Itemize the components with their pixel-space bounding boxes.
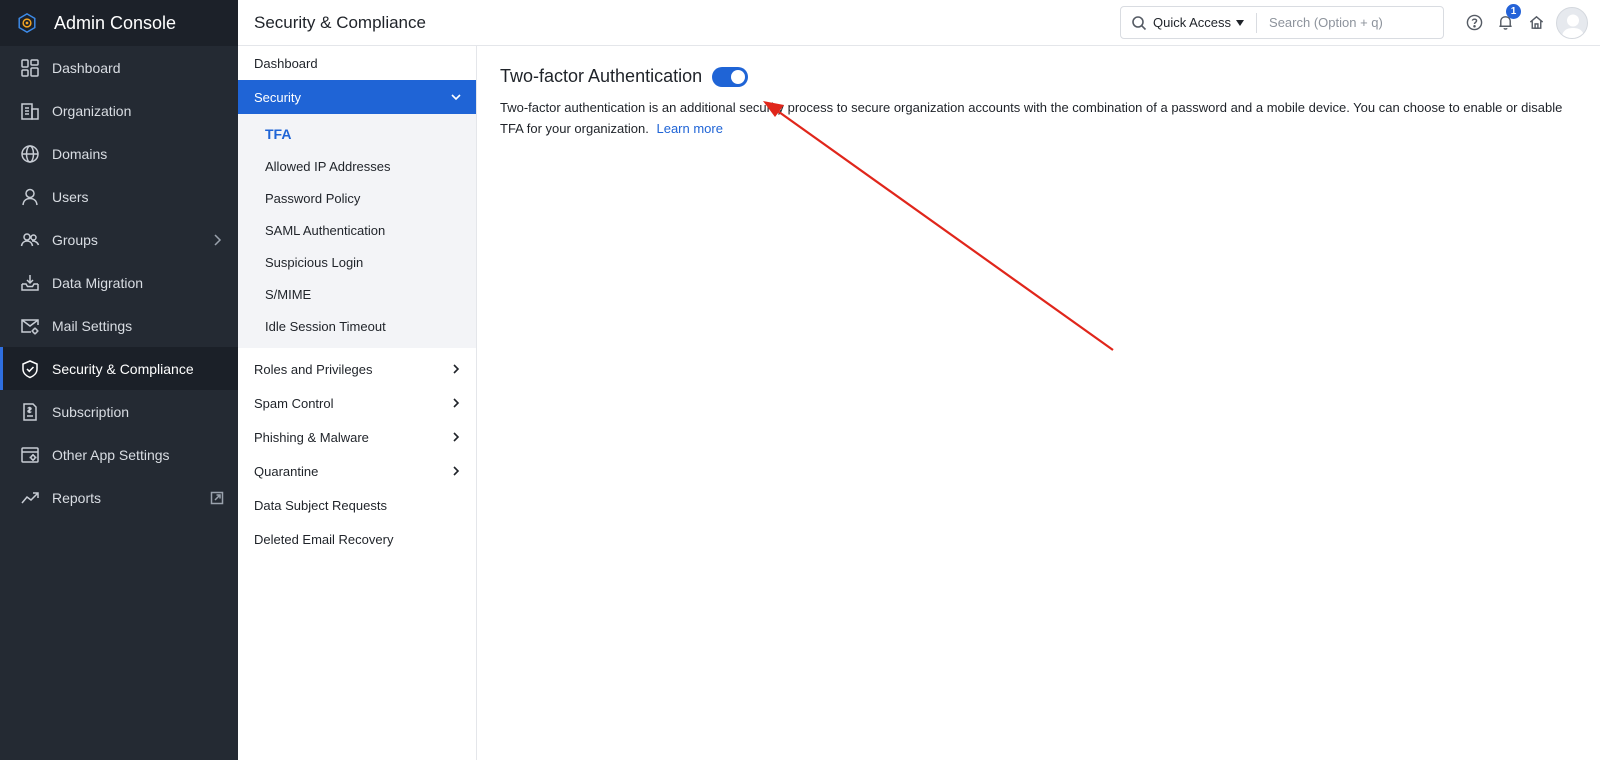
subscription-icon xyxy=(20,402,40,422)
main-sidebar: Admin Console Dashboard Organization Dom… xyxy=(0,0,238,760)
divider xyxy=(1256,12,1258,33)
submenu-label: Dashboard xyxy=(254,55,318,71)
security-submenu: Dashboard Security TFA Allowed IP Addres… xyxy=(238,46,477,760)
tfa-heading-row: Two-factor Authentication xyxy=(500,66,1576,87)
main-content: Two-factor Authentication Two-factor aut… xyxy=(500,46,1576,139)
sidebar-item-label: Dashboard xyxy=(52,59,121,76)
chevron-right-icon xyxy=(450,431,462,443)
sidebar-item-data-migration[interactable]: Data Migration xyxy=(0,261,238,304)
submenu-item-spam-control[interactable]: Spam Control xyxy=(238,386,476,420)
submenu-label: Phishing & Malware xyxy=(254,429,369,445)
submenu-item-allowed-ip[interactable]: Allowed IP Addresses xyxy=(238,150,476,182)
app-root: Admin Console Dashboard Organization Dom… xyxy=(0,0,1600,760)
learn-more-link[interactable]: Learn more xyxy=(656,121,722,136)
sidebar-item-label: Data Migration xyxy=(52,274,144,291)
chevron-down-icon xyxy=(450,91,462,103)
notification-bell-icon[interactable]: 1 xyxy=(1493,4,1521,34)
brand-header: Admin Console xyxy=(0,0,238,46)
page-title: Security & Compliance xyxy=(254,13,426,32)
help-icon[interactable] xyxy=(1462,10,1486,34)
chevron-right-icon xyxy=(450,465,462,477)
sidebar-item-organization[interactable]: Organization xyxy=(0,89,238,132)
mail-settings-icon xyxy=(20,316,40,336)
toggle-knob xyxy=(731,69,746,84)
submenu-label: Spam Control xyxy=(254,395,334,411)
quick-access-label: Quick Access xyxy=(1153,15,1232,30)
sidebar-item-label: Users xyxy=(52,188,89,205)
chevron-right-icon xyxy=(450,397,462,409)
sidebar-item-label: Reports xyxy=(52,489,102,506)
notification-badge: 1 xyxy=(1506,4,1521,19)
submenu-label: Quarantine xyxy=(254,463,319,479)
organization-icon xyxy=(20,101,40,121)
download-tray-icon xyxy=(20,273,40,293)
sidebar-item-dashboard[interactable]: Dashboard xyxy=(0,46,238,89)
sidebar-item-subscription[interactable]: Subscription xyxy=(0,390,238,433)
dashboard-icon xyxy=(20,58,40,78)
external-link-icon xyxy=(210,491,224,505)
submenu-item-smime[interactable]: S/MIME xyxy=(238,278,476,310)
submenu-item-phishing[interactable]: Phishing & Malware xyxy=(238,420,476,454)
submenu-item-tfa[interactable]: TFA xyxy=(238,118,476,150)
sidebar-item-label: Mail Settings xyxy=(52,317,133,334)
quick-access-dropdown[interactable]: Quick Access xyxy=(1153,15,1245,30)
sidebar-item-users[interactable]: Users xyxy=(0,175,238,218)
sidebar-item-security-compliance[interactable]: Security & Compliance xyxy=(0,347,238,390)
security-nested-list: TFA Allowed IP Addresses Password Policy… xyxy=(238,114,476,348)
search-bar: Quick Access xyxy=(1120,6,1444,39)
section-heading: Two-factor Authentication xyxy=(500,66,703,86)
app-title: Admin Console xyxy=(54,12,177,33)
sidebar-item-label: Other App Settings xyxy=(52,446,170,463)
sidebar-item-mail-settings[interactable]: Mail Settings xyxy=(0,304,238,347)
submenu-label: Roles and Privileges xyxy=(254,361,373,377)
home-icon[interactable] xyxy=(1524,10,1548,34)
chevron-right-icon xyxy=(450,363,462,375)
sidebar-nav: Dashboard Organization Domains Users Gro… xyxy=(0,46,238,519)
submenu-item-dashboard[interactable]: Dashboard xyxy=(238,46,476,80)
tfa-description: Two-factor authentication is an addition… xyxy=(500,97,1576,139)
submenu-item-security[interactable]: Security xyxy=(238,80,476,114)
groups-icon xyxy=(20,230,40,250)
sidebar-item-reports[interactable]: Reports xyxy=(0,476,238,519)
avatar[interactable] xyxy=(1556,7,1588,39)
sidebar-item-label: Subscription xyxy=(52,403,130,420)
admin-console-logo-icon xyxy=(16,12,38,34)
caret-down-icon xyxy=(1236,19,1245,26)
sidebar-item-label: Domains xyxy=(52,145,108,162)
sidebar-item-label: Security & Compliance xyxy=(52,360,194,377)
globe-icon xyxy=(20,144,40,164)
submenu-item-password-policy[interactable]: Password Policy xyxy=(238,182,476,214)
submenu-item-suspicious-login[interactable]: Suspicious Login xyxy=(238,246,476,278)
sidebar-item-domains[interactable]: Domains xyxy=(0,132,238,175)
sidebar-item-label: Organization xyxy=(52,102,132,119)
submenu-item-roles[interactable]: Roles and Privileges xyxy=(238,352,476,386)
top-header: Security & Compliance Quick Access 1 xyxy=(238,0,1600,46)
trend-icon xyxy=(20,488,40,508)
search-input[interactable] xyxy=(1269,15,1440,30)
shield-icon xyxy=(20,359,40,379)
submenu-item-deleted-email-recovery[interactable]: Deleted Email Recovery xyxy=(238,522,476,556)
submenu-label: Data Subject Requests xyxy=(254,497,387,513)
sidebar-item-label: Groups xyxy=(52,231,98,248)
app-settings-icon xyxy=(20,445,40,465)
chevron-right-icon xyxy=(210,233,224,247)
header-actions: 1 xyxy=(1462,4,1555,34)
submenu-label: Deleted Email Recovery xyxy=(254,531,394,547)
submenu-item-data-subject-requests[interactable]: Data Subject Requests xyxy=(238,488,476,522)
submenu-item-saml[interactable]: SAML Authentication xyxy=(238,214,476,246)
submenu-label: Security xyxy=(254,89,301,105)
tfa-toggle[interactable] xyxy=(712,66,749,87)
search-icon xyxy=(1131,15,1147,31)
submenu-item-idle-session[interactable]: Idle Session Timeout xyxy=(238,310,476,342)
sidebar-item-other-app-settings[interactable]: Other App Settings xyxy=(0,433,238,476)
submenu-item-quarantine[interactable]: Quarantine xyxy=(238,454,476,488)
user-icon xyxy=(20,187,40,207)
sidebar-item-groups[interactable]: Groups xyxy=(0,218,238,261)
